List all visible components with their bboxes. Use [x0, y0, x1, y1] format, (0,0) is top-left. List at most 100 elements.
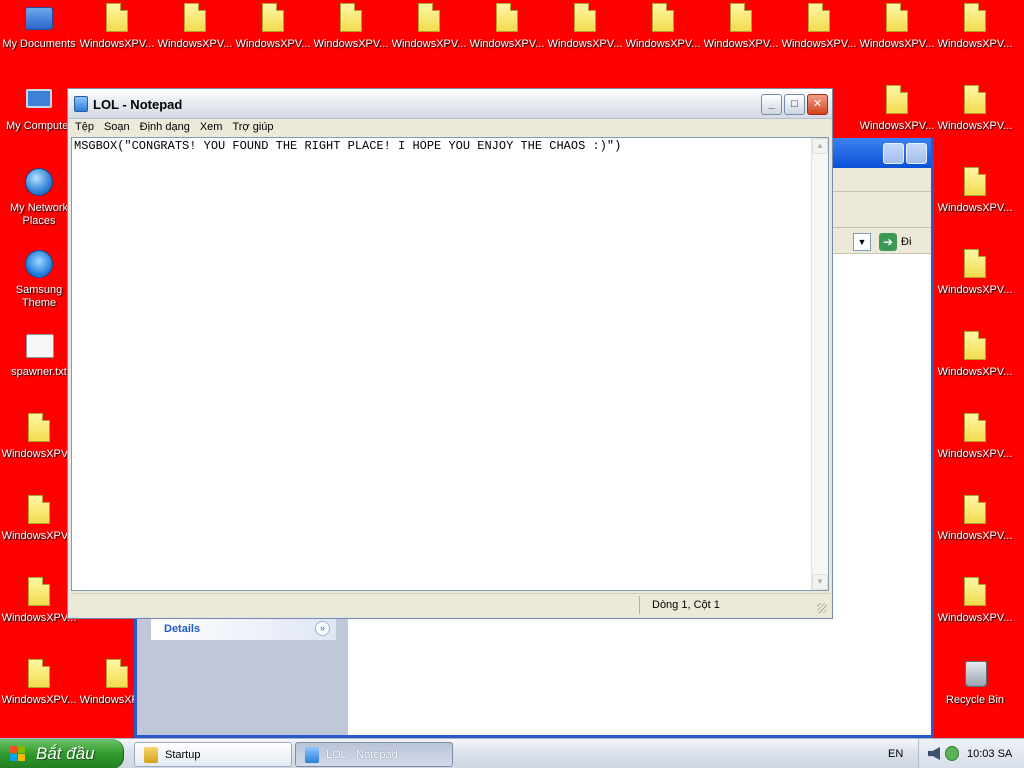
taskbar-button-notepad[interactable]: LOL - Notepad: [295, 742, 453, 767]
address-dropdown-icon[interactable]: ▼: [853, 233, 871, 251]
file-icon: [257, 2, 289, 34]
desktop-icon-label: WindowsXPV...: [79, 38, 155, 50]
scroll-up-icon[interactable]: ▲: [812, 138, 828, 154]
menu-file[interactable]: Tệp: [70, 119, 99, 137]
desktop-icon-f19[interactable]: WindowsXPV...: [936, 410, 1014, 478]
desktop-icon-f6[interactable]: WindowsXPV...: [468, 0, 546, 68]
desktop-icon-f9[interactable]: WindowsXPV...: [702, 0, 780, 68]
menu-format[interactable]: Định dạng: [135, 119, 195, 137]
desktop-icon-f3[interactable]: WindowsXPV...: [234, 0, 312, 68]
cursor-position: Dòng 1, Cột 1: [652, 599, 720, 611]
vertical-scrollbar[interactable]: ▲ ▼: [811, 138, 828, 590]
desktop-icon-recycle[interactable]: Recycle Bin: [936, 656, 1014, 724]
file-icon: [23, 576, 55, 608]
details-panel-header[interactable]: Details »: [151, 618, 336, 640]
desktop-icon-f10[interactable]: WindowsXPV...: [780, 0, 858, 68]
desktop-icon-f23[interactable]: WindowsXPV...: [936, 574, 1014, 642]
file-icon: [101, 658, 133, 690]
explorer-minimize-button[interactable]: [883, 143, 904, 164]
desktop-icon-f8[interactable]: WindowsXPV...: [624, 0, 702, 68]
desktop-icon-label: WindowsXPV...: [625, 38, 701, 50]
file-icon: [959, 248, 991, 280]
menu-bar: Tệp Soạn Định dạng Xem Trợ giúp: [68, 119, 832, 137]
file-icon: [881, 84, 913, 116]
desktop-icon-f16[interactable]: WindowsXPV...: [936, 246, 1014, 314]
file-icon: [569, 2, 601, 34]
file-icon: [725, 2, 757, 34]
windows-logo-icon: [10, 746, 26, 762]
resize-grip-icon[interactable]: [817, 603, 827, 613]
chevron-down-icon[interactable]: »: [315, 621, 330, 636]
desktop-icon-label: WindowsXPV...: [937, 38, 1013, 50]
start-button[interactable]: Bắt đầu: [0, 739, 124, 768]
my-computer-icon: [23, 84, 55, 116]
network-places-icon: [23, 166, 55, 198]
desktop-icon-f11[interactable]: WindowsXPV...: [858, 0, 936, 68]
desktop-icon-label: WindowsXPV...: [937, 284, 1013, 296]
desktop-icon-f17[interactable]: WindowsXPV...: [936, 328, 1014, 396]
desktop-icon-f5[interactable]: WindowsXPV...: [390, 0, 468, 68]
menu-edit[interactable]: Soạn: [99, 119, 135, 137]
desktop-icon-label: WindowsXPV...: [937, 120, 1013, 132]
menu-help[interactable]: Trợ giúp: [227, 119, 278, 137]
file-icon: [959, 576, 991, 608]
desktop-icon-f2[interactable]: WindowsXPV...: [156, 0, 234, 68]
taskbar: Bắt đầu Startup LOL - Notepad EN 10:03 S…: [0, 738, 1024, 768]
file-icon: [335, 2, 367, 34]
maximize-button[interactable]: □: [784, 94, 805, 115]
task-label: LOL - Notepad: [326, 749, 398, 761]
system-tray: 10:03 SA: [918, 739, 1024, 768]
desktop-icon-label: WindowsXPV...: [1, 694, 77, 706]
file-icon: [23, 412, 55, 444]
notepad-icon: [305, 747, 319, 763]
explorer-maximize-button[interactable]: [906, 143, 927, 164]
desktop-icon-label: WindowsXPV...: [937, 366, 1013, 378]
file-icon: [959, 330, 991, 362]
desktop-icon-f15[interactable]: WindowsXPV...: [936, 164, 1014, 232]
speaker-icon[interactable]: [928, 747, 940, 760]
desktop-icon-f24[interactable]: WindowsXPV...: [0, 656, 78, 724]
language-indicator[interactable]: EN: [888, 748, 903, 760]
my-documents-icon: [23, 2, 55, 34]
desktop-icon-label: Recycle Bin: [945, 694, 1005, 706]
file-icon: [959, 494, 991, 526]
desktop-icon-f7[interactable]: WindowsXPV...: [546, 0, 624, 68]
text-editor-area[interactable]: MSGBOX("CONGRATS! YOU FOUND THE RIGHT PL…: [71, 137, 829, 591]
desktop-icon-label: WindowsXPV...: [157, 38, 233, 50]
clock[interactable]: 10:03 SA: [967, 748, 1012, 760]
desktop-icon-f12[interactable]: WindowsXPV...: [936, 0, 1014, 68]
go-button-label[interactable]: Đi: [901, 236, 911, 248]
desktop-icon-mydocs[interactable]: My Documents: [0, 0, 78, 68]
notepad-icon: [74, 96, 88, 112]
document-text[interactable]: MSGBOX("CONGRATS! YOU FOUND THE RIGHT PL…: [74, 139, 621, 153]
file-icon: [23, 494, 55, 526]
desktop-icon-label: WindowsXPV...: [937, 530, 1013, 542]
security-shield-icon[interactable]: [945, 746, 959, 761]
status-bar: Dòng 1, Cột 1: [71, 593, 829, 615]
desktop-icon-f21[interactable]: WindowsXPV...: [936, 492, 1014, 560]
taskbar-button-startup[interactable]: Startup: [134, 742, 292, 767]
desktop-icon-label: WindowsXPV...: [859, 120, 935, 132]
desktop-icon-label: WindowsXPV...: [469, 38, 545, 50]
menu-view[interactable]: Xem: [195, 119, 228, 137]
close-button[interactable]: ✕: [807, 94, 828, 115]
text-file-icon: [23, 330, 55, 362]
desktop-icon-label: WindowsXPV...: [859, 38, 935, 50]
file-icon: [803, 2, 835, 34]
desktop-icon-label: My Documents: [2, 38, 76, 50]
notepad-title-bar[interactable]: LOL - Notepad _ □ ✕: [68, 89, 832, 119]
desktop-icon-label: WindowsXPV...: [313, 38, 389, 50]
desktop-icon-label: WindowsXPV...: [937, 612, 1013, 624]
desktop-icon-f4[interactable]: WindowsXPV...: [312, 0, 390, 68]
desktop-icon-label: WindowsXPV...: [547, 38, 623, 50]
desktop-icon-label: WindowsXPV...: [235, 38, 311, 50]
desktop-icon-f14[interactable]: WindowsXPV...: [936, 82, 1014, 150]
minimize-button[interactable]: _: [761, 94, 782, 115]
desktop-icon-label: WindowsXPV...: [781, 38, 857, 50]
details-label: Details: [164, 623, 201, 635]
file-icon: [23, 658, 55, 690]
go-arrow-icon[interactable]: ➔: [879, 233, 897, 251]
desktop-icon-f1[interactable]: WindowsXPV...: [78, 0, 156, 68]
notepad-window[interactable]: LOL - Notepad _ □ ✕ Tệp Soạn Định dạng X…: [67, 88, 833, 619]
scroll-down-icon[interactable]: ▼: [812, 574, 828, 590]
